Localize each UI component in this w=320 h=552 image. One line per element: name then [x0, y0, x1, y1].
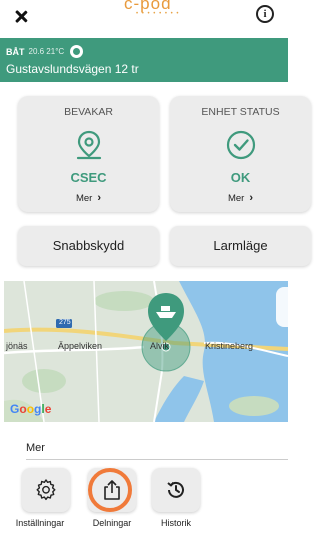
check-circle-icon	[226, 130, 255, 160]
map-label-kristineberg: Kristineberg	[205, 341, 254, 351]
divider	[26, 459, 288, 460]
card-value: OK	[230, 170, 251, 185]
settings-button[interactable]	[22, 468, 70, 512]
highlight-ring	[88, 468, 132, 512]
card-value: CSEC	[70, 170, 107, 185]
info-icon[interactable]: i	[256, 5, 274, 23]
close-icon[interactable]	[10, 6, 32, 28]
history-label: Historik	[160, 518, 191, 528]
banner-header: BÅT 20.6 21°C	[6, 45, 84, 58]
card-enhet-status[interactable]: ENHET STATUS OK Mer ›	[170, 96, 311, 212]
device-meta: 20.6 21°C	[28, 47, 65, 56]
device-type: BÅT	[6, 46, 25, 57]
alarm-mode-button[interactable]: Larmläge	[170, 226, 311, 266]
card-title: BEVAKAR	[64, 106, 113, 118]
status-badge-icon	[70, 45, 84, 58]
sharing-label: Delningar	[92, 518, 132, 528]
location-pin-icon	[76, 130, 101, 160]
map-view[interactable]: 275 jönäs Äppelviken Alvik Kristineberg …	[4, 281, 288, 422]
map-label-alvik: Alvik	[150, 341, 170, 351]
map-label-jonas: jönäs	[6, 341, 28, 351]
settings-label: Inställningar	[15, 518, 65, 528]
history-button[interactable]	[152, 468, 200, 512]
card-bevakar[interactable]: BEVAKAR CSEC Mer ›	[18, 96, 159, 212]
map-graphic	[4, 281, 288, 422]
device-address: Gustavslundsvägen 12 tr	[6, 62, 139, 76]
road-number: 275	[59, 319, 71, 326]
gear-icon	[36, 479, 56, 501]
top-bar: c-pod • • • • • • • • i	[0, 0, 288, 38]
device-banner[interactable]: BÅT 20.6 21°C Gustavslundsvägen 12 tr	[0, 38, 288, 82]
quick-protect-button[interactable]: Snabbskydd	[18, 226, 159, 266]
map-label-appelviken: Äppelviken	[58, 341, 103, 351]
google-logo: Google	[10, 402, 52, 416]
history-icon	[167, 481, 184, 498]
more-section-label: Mer	[26, 442, 45, 454]
card-more-link[interactable]: Mer ›	[18, 192, 159, 204]
card-title: ENHET STATUS	[201, 106, 280, 118]
card-more-link[interactable]: Mer ›	[170, 192, 311, 204]
logo-dots: • • • • • • • •	[136, 11, 180, 17]
